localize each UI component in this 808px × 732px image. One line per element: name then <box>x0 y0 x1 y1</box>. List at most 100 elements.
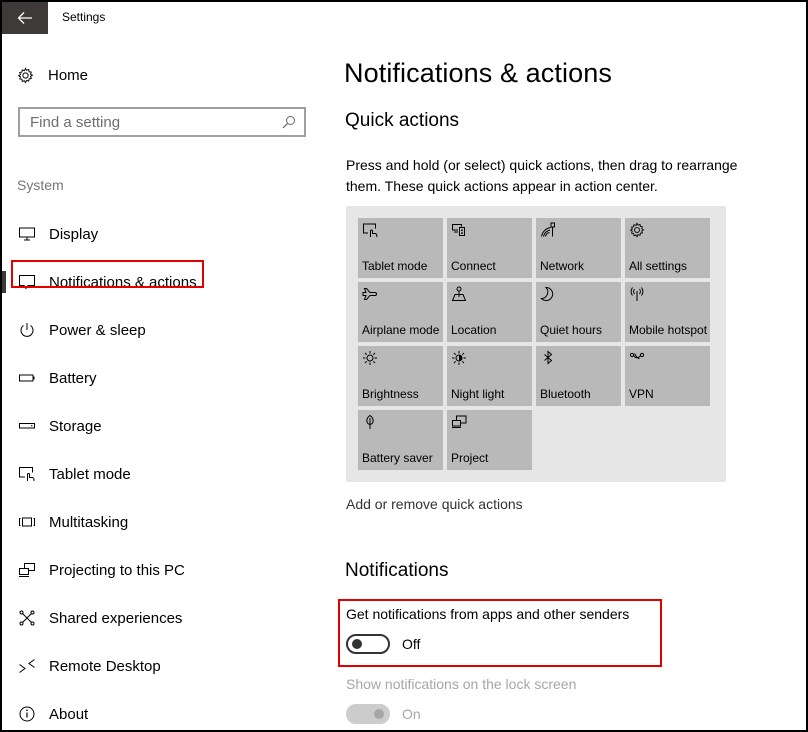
toggle-knob <box>374 709 384 719</box>
tablet-mode-icon <box>362 222 378 238</box>
quick-action-mobile-hotspot[interactable]: Mobile hotspot <box>625 282 710 342</box>
sidebar-item-projecting[interactable]: Projecting to this PC <box>2 546 322 594</box>
sidebar-item-storage[interactable]: Storage <box>2 402 322 450</box>
tile-label: Bluetooth <box>540 387 591 401</box>
sidebar-item-shared-experiences[interactable]: Shared experiences <box>2 594 322 642</box>
quick-action-connect[interactable]: Connect <box>447 218 532 278</box>
back-button[interactable] <box>2 2 48 34</box>
sidebar-item-label: Shared experiences <box>49 609 183 627</box>
lock-screen-toggle-row: On <box>346 704 421 724</box>
monitor-icon <box>18 225 36 243</box>
tile-label: Mobile hotspot <box>629 323 708 337</box>
tile-label: Night light <box>451 387 505 401</box>
search-icon[interactable] <box>282 115 296 129</box>
quick-actions-grid: Tablet mode Connect Network All settings… <box>358 218 710 470</box>
toggle-state-label: On <box>402 706 421 722</box>
home-label: Home <box>48 66 89 84</box>
arrow-left-icon <box>17 12 32 24</box>
remote-desktop-icon <box>18 657 36 675</box>
tile-label: Quiet hours <box>540 323 603 337</box>
quick-action-network[interactable]: Network <box>536 218 621 278</box>
tile-label: Battery saver <box>362 451 433 465</box>
sidebar-item-label: Multitasking <box>49 513 129 531</box>
network-icon <box>540 222 556 238</box>
quick-action-brightness[interactable]: Brightness <box>358 346 443 406</box>
quick-action-battery-saver[interactable]: Battery saver <box>358 410 443 470</box>
sidebar-item-label: Battery <box>49 369 97 387</box>
tile-label: VPN <box>629 387 654 401</box>
quick-actions-description: Press and hold (or select) quick actions… <box>346 157 738 194</box>
search-input[interactable] <box>30 113 270 131</box>
tablet-mode-icon <box>18 465 36 483</box>
page-title: Notifications & actions <box>344 58 612 88</box>
info-icon <box>18 705 36 723</box>
multitasking-icon <box>18 513 36 531</box>
settings-window: Settings Home System Display Notificatio… <box>0 0 808 732</box>
sun-icon <box>362 350 378 366</box>
shared-experiences-icon <box>18 609 36 627</box>
sidebar-item-label: Remote Desktop <box>49 657 161 675</box>
sidebar-item-label: About <box>49 705 89 723</box>
tile-label: Network <box>540 259 585 273</box>
get-notifications-toggle[interactable] <box>346 634 390 654</box>
quick-actions-panel: Tablet mode Connect Network All settings… <box>346 206 726 482</box>
quick-action-all-settings[interactable]: All settings <box>625 218 710 278</box>
bluetooth-icon <box>540 350 556 366</box>
toggle-state-label: Off <box>402 636 421 652</box>
hotspot-icon <box>629 286 645 302</box>
toggle-knob <box>352 639 362 649</box>
search-box[interactable] <box>18 107 306 137</box>
sidebar-item-display[interactable]: Display <box>2 210 322 258</box>
get-notifications-toggle-row: Off <box>346 634 420 654</box>
projecting-icon <box>18 561 36 579</box>
window-title: Settings <box>62 10 106 24</box>
quick-action-vpn[interactable]: VPN <box>625 346 710 406</box>
sidebar-item-label: Tablet mode <box>49 465 131 483</box>
moon-icon <box>540 286 556 302</box>
quick-action-bluetooth[interactable]: Bluetooth <box>536 346 621 406</box>
sidebar-item-multitasking[interactable]: Multitasking <box>2 498 322 546</box>
power-icon <box>18 321 36 339</box>
quick-action-location[interactable]: Location <box>447 282 532 342</box>
night-light-icon <box>451 350 467 366</box>
lock-screen-toggle[interactable] <box>346 704 390 724</box>
sidebar-item-battery[interactable]: Battery <box>2 354 322 402</box>
get-notifications-label: Get notifications from apps and other se… <box>346 606 630 622</box>
sidebar-item-label: Display <box>49 225 99 243</box>
sidebar-item-label: Power & sleep <box>49 321 146 339</box>
quick-action-night-light[interactable]: Night light <box>447 346 532 406</box>
tile-label: Location <box>451 323 497 337</box>
sidebar-item-label: Storage <box>49 417 102 435</box>
sidebar-item-about[interactable]: About <box>2 690 322 732</box>
sidebar-nav: Display Notifications & actions Power & … <box>2 210 322 732</box>
gear-icon <box>16 66 34 84</box>
tile-label: Project <box>451 451 489 465</box>
battery-icon <box>18 369 36 387</box>
storage-icon <box>18 417 36 435</box>
sidebar-item-power-sleep[interactable]: Power & sleep <box>2 306 322 354</box>
leaf-icon <box>362 414 378 430</box>
tile-label: Tablet mode <box>362 259 428 273</box>
title-bar: Settings <box>2 2 806 34</box>
notifications-heading: Notifications <box>345 560 449 581</box>
quick-action-project[interactable]: Project <box>447 410 532 470</box>
vpn-icon <box>629 350 645 366</box>
airplane-icon <box>362 286 378 302</box>
tile-label: Connect <box>451 259 496 273</box>
quick-actions-heading: Quick actions <box>345 110 460 131</box>
sidebar-item-tablet-mode[interactable]: Tablet mode <box>2 450 322 498</box>
connect-icon <box>451 222 467 238</box>
tile-label: All settings <box>629 259 688 273</box>
project-icon <box>451 414 467 430</box>
lock-screen-notifications-label: Show notifications on the lock screen <box>346 676 577 692</box>
sidebar-item-notifications[interactable]: Notifications & actions <box>2 258 322 306</box>
location-icon <box>451 286 467 302</box>
sidebar-item-remote-desktop[interactable]: Remote Desktop <box>2 642 322 690</box>
add-remove-quick-actions-link[interactable]: Add or remove quick actions <box>346 496 523 512</box>
quick-action-airplane-mode[interactable]: Airplane mode <box>358 282 443 342</box>
section-label-system: System <box>17 177 64 193</box>
quick-action-tablet-mode[interactable]: Tablet mode <box>358 218 443 278</box>
quick-action-quiet-hours[interactable]: Quiet hours <box>536 282 621 342</box>
home-link[interactable]: Home <box>16 64 88 86</box>
tile-label: Brightness <box>362 387 419 401</box>
